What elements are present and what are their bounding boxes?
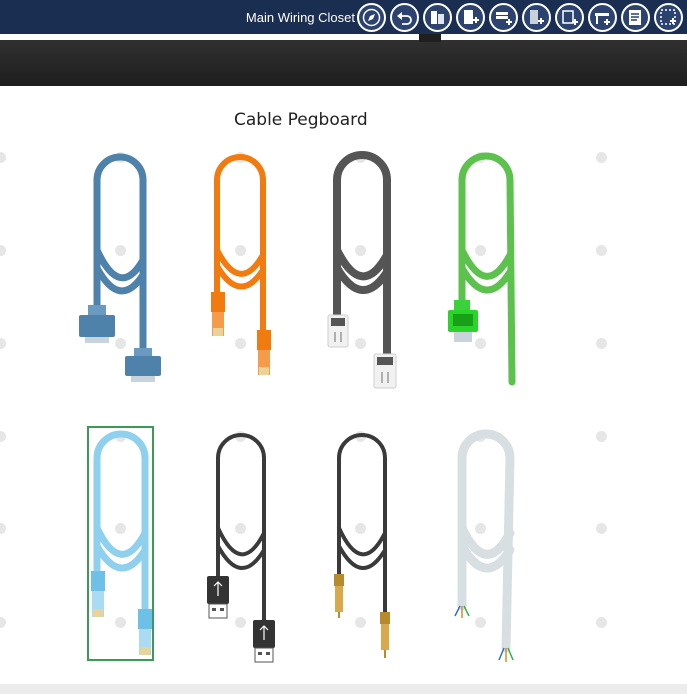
location-label: Main Wiring Closet [245, 10, 355, 25]
phone-cable[interactable] [322, 150, 402, 390]
peg [596, 617, 607, 628]
add-shelf-button[interactable] [489, 3, 518, 32]
serial-cable[interactable] [440, 150, 520, 390]
back-button[interactable] [390, 3, 419, 32]
straight-ethernet-cable[interactable] [80, 428, 160, 663]
usb-cable[interactable] [200, 428, 285, 663]
inspect-icon [629, 10, 641, 25]
rj11-connector-icon [373, 353, 397, 389]
add-rack-button[interactable] [456, 3, 485, 32]
inspect-button[interactable] [621, 3, 650, 32]
copper-straight-through-cable[interactable] [205, 150, 280, 385]
add-module-button[interactable] [555, 3, 584, 32]
add-device-button[interactable] [522, 3, 551, 32]
peg [596, 431, 607, 442]
navigate-button[interactable] [357, 3, 386, 32]
peg [596, 523, 607, 534]
console-cable[interactable] [75, 150, 170, 385]
add-device-icon [530, 10, 544, 24]
back-icon [397, 12, 412, 25]
device-button[interactable] [423, 3, 452, 32]
bare-wire-end-icon [454, 605, 470, 618]
navigate-icon [362, 8, 381, 27]
device-icon [431, 11, 444, 24]
rj11-connector-icon [327, 314, 349, 348]
add-table-button[interactable] [588, 3, 617, 32]
rj45-connector-icon [257, 330, 271, 375]
usb-connector-icon [207, 576, 229, 619]
more-options-icon [660, 9, 676, 25]
peg [596, 338, 607, 349]
rj45-connector-icon [211, 292, 225, 336]
toolbar-divider [0, 34, 687, 38]
bare-wire-end-icon [498, 647, 514, 662]
serial-dce-connector-icon [448, 300, 478, 342]
peg [596, 245, 607, 256]
db9-connector-icon [125, 348, 161, 382]
add-module-icon [562, 10, 578, 25]
tab-indicator [419, 34, 441, 42]
rj45-connector-icon [138, 609, 152, 655]
top-toolbar: Main Wiring Closet [0, 0, 687, 34]
more-options-button[interactable] [654, 3, 683, 32]
fiber-cable[interactable] [440, 428, 520, 668]
rj45-connector-icon [91, 571, 105, 617]
add-rack-icon [464, 10, 479, 24]
peg [596, 152, 607, 163]
db9-connector-icon [79, 305, 115, 343]
usb-connector-icon [253, 620, 275, 663]
add-shelf-icon [496, 12, 512, 25]
add-table-icon [595, 13, 610, 25]
pegboard-title: Cable Pegboard [234, 110, 368, 130]
coaxial-cable[interactable] [322, 428, 402, 663]
coax-connector-icon [334, 574, 344, 618]
workspace-bar [0, 40, 687, 86]
bottom-bar [0, 684, 687, 694]
coax-connector-icon [380, 612, 390, 658]
